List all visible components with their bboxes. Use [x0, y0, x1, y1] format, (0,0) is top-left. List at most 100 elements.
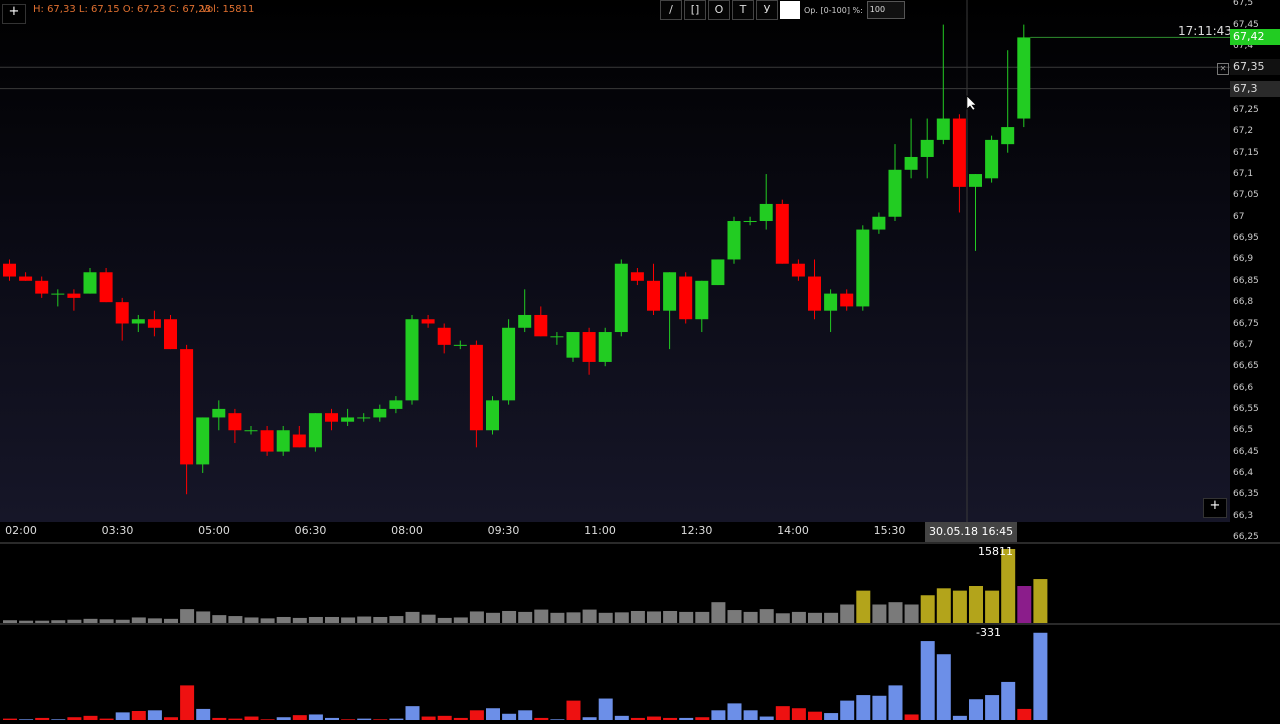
candle-body [840, 293, 854, 307]
delta-bar [920, 641, 935, 720]
candle-body [679, 276, 693, 320]
delta-bar [437, 715, 452, 720]
text-tool-button[interactable]: T [732, 0, 754, 20]
volume-bar [389, 616, 404, 623]
time-axis[interactable]: 02:00 03:30 05:00 06:30 08:00 09:30 11:00 12:30… [0, 522, 1230, 542]
candle [743, 216, 757, 226]
candle [244, 425, 258, 435]
current-price-tag: 67,42 [1230, 29, 1280, 46]
delta-bar [791, 708, 806, 720]
close-alert-icon[interactable]: ✕ [1217, 63, 1229, 75]
ellipse-tool-button[interactable]: O [708, 0, 730, 20]
delta-bar [743, 710, 758, 720]
candle-body [888, 169, 902, 217]
candle [727, 216, 741, 264]
price-tick-label: 66,45 [1233, 446, 1259, 457]
time-tick-label: 06:30 [294, 524, 327, 537]
delta-bar [856, 695, 871, 720]
volume-bar [920, 595, 935, 623]
candle [180, 344, 194, 495]
candle [308, 413, 322, 452]
delta-bar [969, 699, 983, 720]
candle-body [341, 417, 355, 422]
candle [663, 272, 677, 350]
candle [1001, 50, 1015, 153]
candle-body [35, 280, 49, 294]
zoom-in-button[interactable]: + [1203, 498, 1227, 518]
candle [630, 267, 644, 286]
delta-bar [308, 714, 323, 720]
delta-bar [486, 708, 500, 720]
opacity-label: Op. [0-100] %: [804, 5, 863, 15]
delta-bar [647, 716, 661, 720]
candlestick-plot[interactable] [0, 0, 1230, 522]
volume-bar [486, 612, 500, 623]
price-tick-label: 67,1 [1233, 169, 1254, 180]
delta-bar [840, 700, 855, 720]
candle-body [67, 293, 81, 298]
candle [534, 306, 548, 337]
price-tick-label: 66,65 [1233, 361, 1259, 372]
candle [566, 332, 580, 362]
candle [502, 319, 516, 405]
price-tick-label: 66,6 [1233, 382, 1254, 393]
candle [614, 259, 628, 337]
candle-body [598, 332, 612, 362]
volume-bar [1033, 579, 1048, 623]
rectangle-tool-button[interactable]: [] [684, 0, 706, 20]
candle-body [437, 327, 451, 345]
delta-bar [952, 715, 967, 720]
delta-bar [115, 712, 130, 720]
price-chart[interactable]: H: 67,33 L: 67,15 O: 67,23 C: 67,23 Vol:… [0, 0, 1230, 522]
delta-bar [405, 706, 420, 720]
candle [212, 400, 226, 431]
price-tick-label: 66,3 [1233, 510, 1254, 521]
candle [920, 118, 934, 179]
volume-readout-header: Vol: 15811 [201, 4, 255, 15]
candle-body [904, 156, 918, 170]
color-picker-swatch[interactable] [780, 1, 800, 19]
delta-bar [985, 695, 1000, 720]
time-tick-label: 14:00 [777, 524, 809, 537]
candle [888, 144, 902, 222]
candle [904, 118, 918, 179]
delta-bar [83, 715, 98, 720]
candle-body [582, 332, 596, 362]
level-tool-button[interactable]: У [756, 0, 778, 20]
candle-body [920, 139, 934, 157]
opacity-input[interactable]: 100 [866, 1, 905, 19]
volume-bar [856, 590, 871, 623]
time-tick-label: 05:00 [198, 524, 230, 537]
candle-body [83, 272, 97, 294]
price-tick-label: 67,05 [1233, 190, 1259, 201]
volume-bar [518, 611, 533, 623]
volume-bar [743, 611, 758, 623]
line-tool-button[interactable]: / [660, 0, 682, 20]
delta-bar [888, 685, 903, 720]
volume-bar [936, 588, 951, 623]
candle [952, 114, 966, 213]
volume-bar [711, 602, 726, 623]
candle-body [357, 417, 371, 419]
delta-bar [1017, 708, 1032, 720]
delta-bar [759, 716, 774, 720]
add-indicator-button[interactable]: + [2, 4, 26, 24]
volume-bar [614, 612, 629, 623]
candle [437, 323, 451, 354]
volume-bar [1017, 586, 1032, 623]
candle-body [824, 293, 838, 311]
volume-bar [469, 611, 484, 623]
candle [808, 259, 821, 320]
candle-body [228, 413, 242, 431]
price-axis[interactable]: 67,567,4567,467,3567,367,2567,267,1567,1… [1230, 0, 1280, 542]
volume-bar [695, 611, 710, 623]
volume-bar [727, 610, 742, 623]
volume-value-readout: 15811 [978, 545, 1013, 558]
volume-bar [952, 590, 967, 623]
candle-body [373, 408, 387, 418]
candle [276, 425, 290, 456]
volume-bar [502, 610, 517, 623]
candle-body [614, 263, 628, 333]
candle [582, 327, 596, 375]
volume-bar [663, 610, 678, 623]
